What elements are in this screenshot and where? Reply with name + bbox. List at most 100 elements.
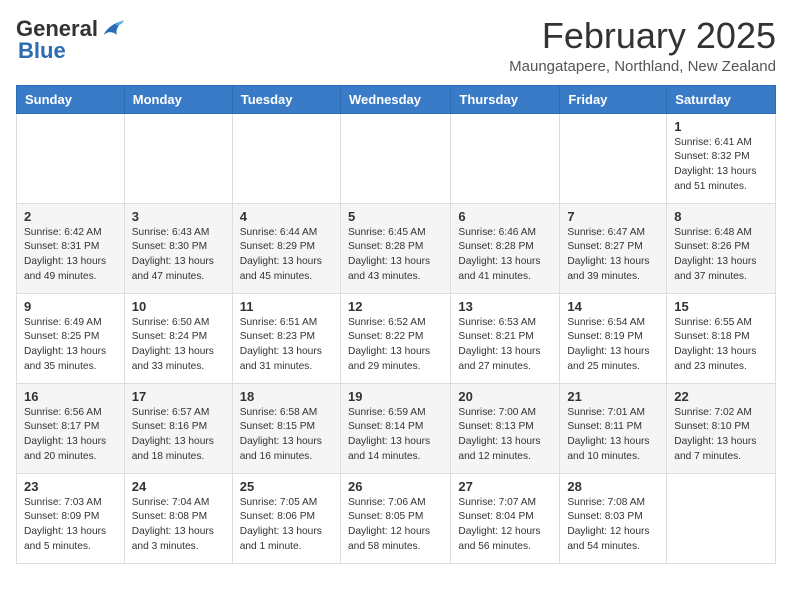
day-info: Sunrise: 7:07 AM Sunset: 8:04 PM Dayligh… [458,496,552,555]
calendar-cell: 12 Sunrise: 6:52 AM Sunset: 8:22 PM Dayli… [340,293,450,383]
month-title: February 2025 [509,16,776,56]
calendar-week-row: 2 Sunrise: 6:42 AM Sunset: 8:31 PM Daylig… [17,203,776,293]
day-info: Sunrise: 6:58 AM Sunset: 8:15 PM Dayligh… [240,406,333,465]
weekday-header-wednesday: Wednesday [340,85,450,113]
day-info: Sunrise: 6:42 AM Sunset: 8:31 PM Dayligh… [24,226,117,285]
calendar-cell: 19 Sunrise: 6:59 AM Sunset: 8:14 PM Dayli… [340,383,450,473]
calendar-cell: 7 Sunrise: 6:47 AM Sunset: 8:27 PM Daylig… [560,203,667,293]
day-number: 9 [24,299,117,314]
calendar-cell: 21 Sunrise: 7:01 AM Sunset: 8:11 PM Dayli… [560,383,667,473]
day-info: Sunrise: 6:53 AM Sunset: 8:21 PM Dayligh… [458,316,552,375]
weekday-header-tuesday: Tuesday [232,85,340,113]
day-number: 7 [567,209,659,224]
day-number: 27 [458,479,552,494]
calendar-cell: 14 Sunrise: 6:54 AM Sunset: 8:19 PM Dayli… [560,293,667,383]
calendar-cell: 4Sunrise: 6:44 AM Sunset: 8:29 PM Daylig… [232,203,340,293]
day-info: Sunrise: 6:41 AM Sunset: 8:32 PM Dayligh… [674,136,768,195]
weekday-header-sunday: Sunday [17,85,125,113]
title-area: February 2025 Maungatapere, Northland, N… [509,16,776,75]
logo: General Blue [16,16,124,64]
calendar-cell: 11 Sunrise: 6:51 AM Sunset: 8:23 PM Dayli… [232,293,340,383]
day-info: Sunrise: 6:47 AM Sunset: 8:27 PM Dayligh… [567,226,659,285]
calendar-cell [17,113,125,203]
calendar-cell: 27 Sunrise: 7:07 AM Sunset: 8:04 PM Dayli… [451,473,560,563]
day-number: 14 [567,299,659,314]
day-number: 3 [132,209,225,224]
day-info: Sunrise: 6:45 AM Sunset: 8:28 PM Dayligh… [348,226,443,285]
day-number: 11 [240,299,333,314]
day-info: Sunrise: 6:50 AM Sunset: 8:24 PM Dayligh… [132,316,225,375]
calendar-cell: 28 Sunrise: 7:08 AM Sunset: 8:03 PM Dayli… [560,473,667,563]
calendar-cell: 22Sunrise: 7:02 AM Sunset: 8:10 PM Dayli… [667,383,776,473]
calendar-cell: 13 Sunrise: 6:53 AM Sunset: 8:21 PM Dayli… [451,293,560,383]
calendar-cell: 26Sunrise: 7:06 AM Sunset: 8:05 PM Dayli… [340,473,450,563]
day-info: Sunrise: 6:43 AM Sunset: 8:30 PM Dayligh… [132,226,225,285]
calendar-cell [451,113,560,203]
page-header: General Blue February 2025 Maungatapere,… [16,16,776,75]
day-number: 17 [132,389,225,404]
day-info: Sunrise: 6:49 AM Sunset: 8:25 PM Dayligh… [24,316,117,375]
calendar-cell: 10 Sunrise: 6:50 AM Sunset: 8:24 PM Dayli… [124,293,232,383]
day-info: Sunrise: 7:01 AM Sunset: 8:11 PM Dayligh… [567,406,659,465]
calendar-cell [560,113,667,203]
calendar-cell: 5 Sunrise: 6:45 AM Sunset: 8:28 PM Daylig… [340,203,450,293]
day-number: 16 [24,389,117,404]
day-info: Sunrise: 6:48 AM Sunset: 8:26 PM Dayligh… [674,226,768,285]
day-number: 19 [348,389,443,404]
day-number: 24 [132,479,225,494]
day-number: 26 [348,479,443,494]
location-subtitle: Maungatapere, Northland, New Zealand [509,58,776,75]
logo-blue-text: Blue [18,38,66,64]
day-info: Sunrise: 6:52 AM Sunset: 8:22 PM Dayligh… [348,316,443,375]
day-number: 21 [567,389,659,404]
calendar-cell: 2 Sunrise: 6:42 AM Sunset: 8:31 PM Daylig… [17,203,125,293]
day-info: Sunrise: 6:54 AM Sunset: 8:19 PM Dayligh… [567,316,659,375]
calendar-cell [232,113,340,203]
day-info: Sunrise: 7:02 AM Sunset: 8:10 PM Dayligh… [674,406,768,465]
calendar-cell: 8 Sunrise: 6:48 AM Sunset: 8:26 PM Daylig… [667,203,776,293]
calendar-table: SundayMondayTuesdayWednesdayThursdayFrid… [16,85,776,564]
day-info: Sunrise: 6:55 AM Sunset: 8:18 PM Dayligh… [674,316,768,375]
calendar-cell: 25 Sunrise: 7:05 AM Sunset: 8:06 PM Dayli… [232,473,340,563]
day-info: Sunrise: 6:57 AM Sunset: 8:16 PM Dayligh… [132,406,225,465]
calendar-cell [667,473,776,563]
weekday-header-row: SundayMondayTuesdayWednesdayThursdayFrid… [17,85,776,113]
day-info: Sunrise: 7:05 AM Sunset: 8:06 PM Dayligh… [240,496,333,555]
weekday-header-monday: Monday [124,85,232,113]
day-number: 5 [348,209,443,224]
calendar-cell: 20Sunrise: 7:00 AM Sunset: 8:13 PM Dayli… [451,383,560,473]
day-number: 2 [24,209,117,224]
day-number: 25 [240,479,333,494]
day-number: 12 [348,299,443,314]
calendar-cell: 15Sunrise: 6:55 AM Sunset: 8:18 PM Dayli… [667,293,776,383]
day-number: 13 [458,299,552,314]
day-number: 28 [567,479,659,494]
calendar-cell: 18 Sunrise: 6:58 AM Sunset: 8:15 PM Dayli… [232,383,340,473]
day-number: 10 [132,299,225,314]
day-info: Sunrise: 6:44 AM Sunset: 8:29 PM Dayligh… [240,226,333,285]
day-info: Sunrise: 6:56 AM Sunset: 8:17 PM Dayligh… [24,406,117,465]
day-info: Sunrise: 7:04 AM Sunset: 8:08 PM Dayligh… [132,496,225,555]
calendar-cell: 6Sunrise: 6:46 AM Sunset: 8:28 PM Daylig… [451,203,560,293]
day-info: Sunrise: 6:51 AM Sunset: 8:23 PM Dayligh… [240,316,333,375]
logo-bird-icon [100,19,124,39]
day-number: 1 [674,119,768,134]
day-number: 18 [240,389,333,404]
day-info: Sunrise: 6:46 AM Sunset: 8:28 PM Dayligh… [458,226,552,285]
calendar-cell: 23Sunrise: 7:03 AM Sunset: 8:09 PM Dayli… [17,473,125,563]
day-number: 8 [674,209,768,224]
day-number: 23 [24,479,117,494]
calendar-cell: 17 Sunrise: 6:57 AM Sunset: 8:16 PM Dayli… [124,383,232,473]
calendar-week-row: 9 Sunrise: 6:49 AM Sunset: 8:25 PM Daylig… [17,293,776,383]
weekday-header-saturday: Saturday [667,85,776,113]
calendar-week-row: 16 Sunrise: 6:56 AM Sunset: 8:17 PM Dayli… [17,383,776,473]
calendar-week-row: 23Sunrise: 7:03 AM Sunset: 8:09 PM Dayli… [17,473,776,563]
calendar-cell: 1 Sunrise: 6:41 AM Sunset: 8:32 PM Daylig… [667,113,776,203]
calendar-cell: 24 Sunrise: 7:04 AM Sunset: 8:08 PM Dayli… [124,473,232,563]
calendar-cell: 3 Sunrise: 6:43 AM Sunset: 8:30 PM Daylig… [124,203,232,293]
calendar-cell [124,113,232,203]
day-info: Sunrise: 6:59 AM Sunset: 8:14 PM Dayligh… [348,406,443,465]
day-info: Sunrise: 7:00 AM Sunset: 8:13 PM Dayligh… [458,406,552,465]
weekday-header-thursday: Thursday [451,85,560,113]
day-info: Sunrise: 7:08 AM Sunset: 8:03 PM Dayligh… [567,496,659,555]
